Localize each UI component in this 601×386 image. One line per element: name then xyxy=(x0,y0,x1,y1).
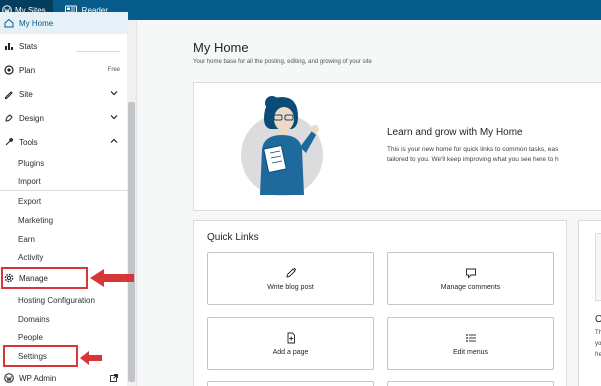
quick-link-item[interactable] xyxy=(207,381,374,386)
sidebar-subitem-label: Import xyxy=(18,177,41,186)
sidebar-subitem-hosting-configuration[interactable]: Hosting Configuration xyxy=(0,291,128,309)
sidebar-scrollbar-thumb[interactable] xyxy=(128,102,135,382)
manage-comments-button[interactable]: Manage comments xyxy=(387,252,554,305)
sidebar-item-label: WP Admin xyxy=(19,373,57,383)
wordpress-icon xyxy=(4,373,14,383)
sidebar-item-site[interactable]: Site xyxy=(0,83,128,105)
divider xyxy=(76,51,120,52)
quick-link-label: Write blog post xyxy=(267,283,314,291)
sidebar-subitem-domains[interactable]: Domains xyxy=(0,310,128,328)
sidebar-item-label: Stats xyxy=(19,41,38,51)
sidebar-subitem-label: Export xyxy=(18,196,42,206)
sidebar-item-label: Design xyxy=(19,113,44,123)
sidebar-subitem-label: Marketing xyxy=(18,215,54,225)
settings-annotation-arrow xyxy=(80,351,102,365)
sidebar-subitem-label: People xyxy=(18,332,43,342)
sidebar-item-label: My Home xyxy=(19,18,54,28)
side-card-line: fre xyxy=(595,352,601,358)
plan-icon xyxy=(4,65,14,75)
chevron-down-icon xyxy=(110,113,118,121)
sidebar-subitem-import[interactable]: Import xyxy=(0,173,128,191)
page-title: My Home xyxy=(193,40,249,55)
sidebar-subitem-label: Plugins xyxy=(18,158,45,168)
comment-icon xyxy=(465,267,477,279)
manage-highlight-box xyxy=(1,267,88,289)
add-a-page-button[interactable]: Add a page xyxy=(207,317,374,370)
sidebar-item-design[interactable]: Design xyxy=(0,107,128,129)
sidebar: My Home Stats Plan Free Site Design Tool… xyxy=(0,12,137,386)
settings-highlight-box xyxy=(3,345,78,367)
side-card-line: yo xyxy=(595,341,601,347)
sidebar-item-my-home[interactable]: My Home xyxy=(0,12,128,34)
design-icon xyxy=(4,113,14,123)
sidebar-subitem-marketing[interactable]: Marketing xyxy=(0,211,128,229)
sidebar-subitem-label: Activity xyxy=(18,252,44,262)
side-card-text: Th yo fre xyxy=(595,328,601,361)
manage-annotation-arrow xyxy=(90,269,134,287)
write-blog-post-button[interactable]: Write blog post xyxy=(207,252,374,305)
sidebar-subitem-label: Earn xyxy=(18,234,35,244)
hero-description-line: This is your new home for quick links to… xyxy=(387,146,559,153)
sidebar-item-tools[interactable]: Tools xyxy=(0,131,128,153)
menu-icon xyxy=(465,332,477,344)
sidebar-subitem-label: Hosting Configuration xyxy=(18,295,95,305)
chevron-up-icon xyxy=(110,137,118,145)
side-card-line: Th xyxy=(595,330,601,336)
quick-links-card: Quick Links Write blog post Manage comme… xyxy=(193,220,567,386)
sidebar-subitem-label: Domains xyxy=(18,314,50,324)
home-icon xyxy=(4,18,14,28)
external-link-icon xyxy=(110,374,118,382)
side-card-heading: O xyxy=(595,314,601,325)
sidebar-subitem-people[interactable]: People xyxy=(0,328,128,346)
sidebar-item-plan[interactable]: Plan Free xyxy=(0,59,128,81)
quick-link-item[interactable] xyxy=(387,381,554,386)
hero-description-line: tailored to you. We'll keep improving wh… xyxy=(387,156,559,163)
side-card-image xyxy=(595,233,601,301)
quick-link-label: Edit menus xyxy=(452,348,489,356)
learn-and-grow-card: Learn and grow with My Home This is your… xyxy=(193,82,601,211)
hero-title: Learn and grow with My Home xyxy=(387,127,523,138)
site-icon xyxy=(4,89,14,99)
sidebar-subitem-export[interactable]: Export xyxy=(0,192,128,210)
sidebar-item-stats[interactable]: Stats xyxy=(0,35,128,57)
side-card: O Th yo fre xyxy=(578,220,601,386)
sidebar-item-label: Plan xyxy=(19,65,36,75)
hero-description: This is your new home for quick links to… xyxy=(387,145,559,165)
quick-link-label: Manage comments xyxy=(440,283,501,291)
sidebar-subitem-activity[interactable]: Activity xyxy=(0,248,128,266)
chevron-down-icon xyxy=(110,89,118,97)
person-illustration xyxy=(241,96,323,196)
pen-icon xyxy=(285,267,297,279)
sidebar-subitem-plugins[interactable]: Plugins xyxy=(0,154,128,172)
tools-icon xyxy=(4,137,14,147)
sidebar-item-label: Tools xyxy=(19,137,38,147)
sidebar-subitem-earn[interactable]: Earn xyxy=(0,230,128,248)
edit-menus-button[interactable]: Edit menus xyxy=(387,317,554,370)
sidebar-scrollbar[interactable] xyxy=(127,20,136,386)
page-subtitle: Your home base for all the posting, edit… xyxy=(193,59,372,65)
stats-icon xyxy=(4,41,14,51)
quick-links-title: Quick Links xyxy=(207,232,259,243)
page-icon xyxy=(285,332,297,344)
plan-badge: Free xyxy=(107,67,120,73)
sidebar-item-wp-admin[interactable]: WP Admin xyxy=(0,367,128,386)
quick-link-label: Add a page xyxy=(272,348,309,356)
sidebar-item-label: Site xyxy=(19,89,33,99)
